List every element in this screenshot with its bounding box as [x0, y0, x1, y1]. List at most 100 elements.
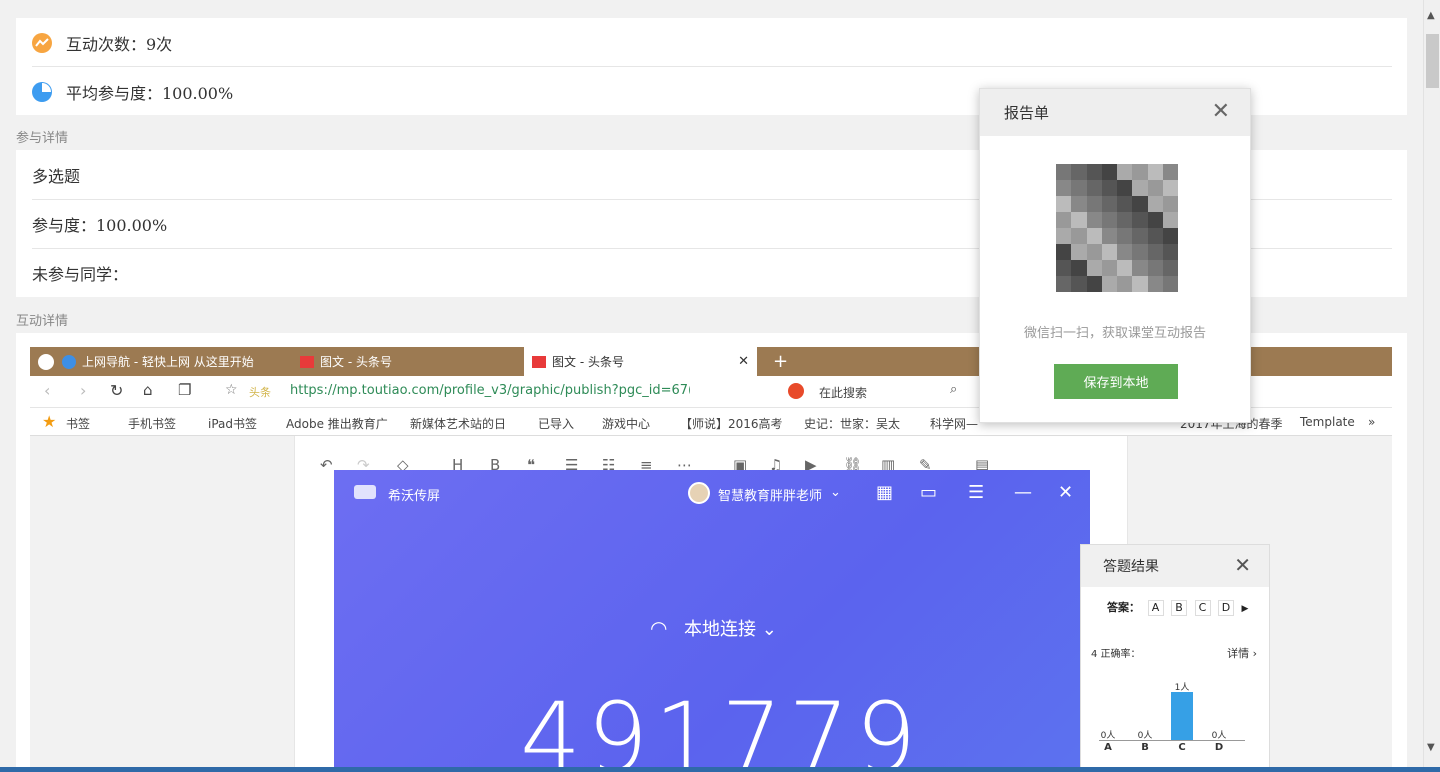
option-a[interactable]: A	[1147, 600, 1164, 616]
details-link[interactable]: 详情 ›	[1227, 645, 1257, 661]
url-field[interactable]: https://mp.toutiao.com/profile_v3/graphi…	[290, 383, 690, 398]
option-c[interactable]: C	[1194, 600, 1211, 616]
bookmark-item[interactable]: 书签	[66, 415, 90, 432]
app-title: 希沃传屏	[388, 489, 441, 504]
qr-cell	[1132, 228, 1148, 244]
qr-cell	[1117, 276, 1133, 292]
qr-cell	[1071, 196, 1087, 212]
chevron-down-icon[interactable]: ⌄	[830, 485, 841, 500]
back-icon[interactable]: ‹	[44, 381, 50, 400]
report-title: 报告单	[980, 89, 1250, 136]
browser-tab[interactable]: 上网导航 - 轻快上网 从这里开始	[30, 347, 290, 376]
search-engine-icon[interactable]	[788, 383, 804, 399]
wifi-icon: ◠	[650, 616, 668, 640]
qr-cell	[1086, 164, 1102, 180]
page-scrollbar[interactable]: ▲ ▼	[1423, 0, 1440, 772]
forward-icon[interactable]: ›	[80, 381, 86, 400]
bookmark-item[interactable]: 手机书签	[128, 415, 176, 432]
qr-cell	[1162, 260, 1178, 276]
qr-cell	[1147, 212, 1163, 228]
calculator-icon[interactable]: ▦	[876, 482, 893, 503]
qr-cell	[1147, 196, 1163, 212]
qr-cell	[1071, 180, 1087, 196]
chart-bar	[1171, 692, 1193, 740]
accuracy-label: 4 正确率：	[1091, 649, 1141, 660]
scroll-down-icon[interactable]: ▼	[1427, 742, 1435, 753]
refresh-icon[interactable]: ↻	[110, 381, 123, 400]
option-b[interactable]: B	[1171, 600, 1187, 616]
qr-cell	[1117, 212, 1133, 228]
chart-tick-label: A	[1104, 742, 1112, 753]
search-input[interactable]: 在此搜索	[819, 384, 867, 401]
star-icon[interactable]: ☆	[225, 382, 238, 398]
close-icon[interactable]: ✕	[1234, 553, 1251, 577]
connection-selector[interactable]: 本地连接 ⌄	[684, 615, 777, 641]
bookmarks-more[interactable]: »	[1368, 415, 1375, 429]
screen-icon[interactable]: ▭	[920, 482, 937, 503]
bookmark-star-icon: ★	[42, 412, 57, 431]
qr-cell	[1101, 180, 1117, 196]
qr-cell	[1086, 260, 1102, 276]
reader-icon[interactable]: ❐	[178, 381, 191, 399]
menu-icon[interactable]: ☰	[968, 482, 984, 503]
chart-tick-label: B	[1141, 742, 1149, 753]
tab-close-icon[interactable]: ✕	[738, 354, 749, 369]
qr-cell	[1071, 276, 1087, 292]
qr-cell	[1117, 244, 1133, 260]
qr-cell	[1147, 244, 1163, 260]
bookmark-item[interactable]: Adobe 推出教育广	[286, 415, 388, 432]
chart-tick-label: D	[1214, 742, 1224, 753]
qr-cell	[1147, 260, 1163, 276]
qr-cell	[1101, 164, 1117, 180]
qr-cell	[1056, 244, 1072, 260]
qr-cell	[1162, 196, 1178, 212]
qr-cell	[1101, 276, 1117, 292]
bookmark-item[interactable]: 游戏中心	[602, 415, 650, 432]
chart-tick-label: C	[1178, 742, 1186, 753]
bookmark-item[interactable]: Template	[1300, 415, 1355, 429]
qr-cell	[1162, 228, 1178, 244]
qr-cell	[1117, 228, 1133, 244]
qr-cell	[1056, 212, 1072, 228]
bookmark-item[interactable]: 科学网—	[930, 415, 978, 432]
bookmark-item[interactable]: iPad书签	[208, 415, 257, 432]
scrollbar-thumb[interactable]	[1426, 34, 1439, 88]
cast-app-window: 希沃传屏 智慧教育胖胖老师 ⌄ ▦ ▭ ☰ — ✕ ◠ 本地连接 ⌄ 49177…	[334, 470, 1090, 772]
bookmark-item[interactable]: 【师说】2016高考	[680, 415, 783, 432]
ie-icon	[62, 354, 76, 369]
qr-cell	[1071, 228, 1087, 244]
play-icon[interactable]: ▶	[1242, 604, 1249, 614]
close-icon[interactable]: ✕	[1212, 99, 1230, 124]
user-name[interactable]: 智慧教育胖胖老师	[718, 485, 822, 504]
search-icon[interactable]: ⌕	[950, 382, 957, 397]
browser-tab[interactable]: 图文 - 头条号	[292, 347, 522, 376]
home-icon[interactable]: ⌂	[143, 381, 153, 399]
qr-cell	[1162, 276, 1178, 292]
report-popup: 报告单 ✕ 微信扫一扫，获取课堂互动报告 保存到本地	[979, 88, 1251, 423]
bookmark-item[interactable]: 新媒体艺术站的日	[410, 415, 506, 432]
toutiao-icon	[300, 355, 314, 368]
qr-cell	[1071, 212, 1087, 228]
qr-cell	[1162, 244, 1178, 260]
close-icon[interactable]: ✕	[1058, 482, 1073, 503]
qr-cell	[1117, 180, 1133, 196]
save-local-button[interactable]: 保存到本地	[1054, 364, 1178, 399]
option-d[interactable]: D	[1218, 600, 1234, 616]
activity-icon	[32, 32, 52, 53]
qr-cell	[1132, 196, 1148, 212]
url-tag: 头条	[249, 386, 271, 399]
new-tab-button[interactable]: +	[765, 347, 788, 376]
qr-cell	[1162, 212, 1178, 228]
qr-code	[1056, 164, 1178, 292]
pie-chart-icon	[32, 81, 52, 102]
bookmark-folder[interactable]: 已导入	[538, 415, 574, 432]
scroll-up-icon[interactable]: ▲	[1427, 10, 1435, 21]
undo-icon[interactable]: ↶	[320, 456, 333, 474]
qr-cell	[1086, 212, 1102, 228]
bookmark-item[interactable]: 史记：世家：吴太	[804, 415, 900, 432]
qr-cell	[1101, 212, 1117, 228]
participation-details-title: 参与详情	[16, 131, 69, 146]
browser-tab-active[interactable]: 图文 - 头条号 ✕	[524, 347, 757, 376]
minimize-icon[interactable]: —	[1014, 482, 1032, 503]
chart-data-label: 1人	[1174, 683, 1190, 693]
